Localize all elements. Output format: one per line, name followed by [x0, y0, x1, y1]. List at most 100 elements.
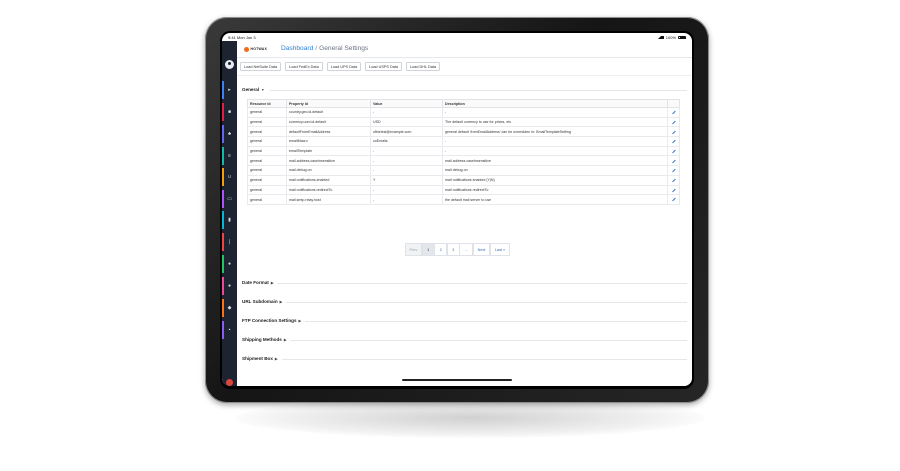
- table-row: general mail.notifications.enabled Ymail n…: [247, 174, 680, 186]
- load-netsuite-button[interactable]: Load NetSuite Data: [240, 62, 282, 71]
- edit-row-button[interactable]: [667, 145, 680, 157]
- breadcrumb-dashboard[interactable]: Dashboard: [281, 45, 313, 52]
- pagination-prev[interactable]: Prev: [404, 243, 423, 256]
- pagination-page-2[interactable]: 2: [434, 243, 448, 256]
- users-nav-icon[interactable]: ●: [222, 277, 237, 295]
- section-shipment-box-title: Shipment Box: [242, 356, 273, 361]
- customers-nav-icon[interactable]: ♣: [222, 125, 237, 143]
- app-header: HOTWAX Dashboard / General Settings: [222, 41, 692, 58]
- sidebar-accent-bar: [222, 190, 224, 208]
- shipping-nav-icon[interactable]: ∪: [222, 168, 237, 186]
- pagination-page-3[interactable]: 3: [446, 243, 460, 256]
- jobs-nav-icon[interactable]: ❘: [222, 233, 237, 251]
- brand-logo[interactable]: HOTWAX: [244, 45, 268, 53]
- cell-value: -: [370, 155, 443, 167]
- orders-nav-icon[interactable]: ▸: [222, 81, 237, 99]
- pagination-ellipsis[interactable]: …: [459, 243, 474, 256]
- edit-row-button[interactable]: [667, 116, 680, 128]
- load-usps-button[interactable]: Load USPS Data: [365, 62, 403, 71]
- edit-row-button[interactable]: [667, 165, 680, 176]
- table-row: general mail.address.caseInsensitive - mail…: [247, 155, 680, 167]
- battery-percent: 100%: [665, 35, 676, 40]
- pagination-last[interactable]: Last »: [489, 243, 511, 256]
- signal-icon: [657, 36, 664, 39]
- edit-row-button[interactable]: [667, 136, 680, 147]
- status-indicators: 100%: [657, 35, 686, 40]
- device-shadow: [235, 398, 705, 438]
- cell-resource-id: general: [247, 107, 287, 118]
- cell-property-id: mail.smtp.relay.host: [286, 194, 371, 205]
- pagination-page-1[interactable]: 1: [421, 243, 435, 256]
- cell-resource-id: general: [247, 194, 287, 205]
- reports-nav-icon[interactable]: ≡: [222, 147, 237, 165]
- edit-row-button[interactable]: [667, 184, 680, 196]
- caret-down-icon: ▼: [261, 88, 265, 92]
- edit-row-button[interactable]: [667, 107, 680, 118]
- section-shipment-box-toggle[interactable]: Shipment Box ▶: [242, 356, 278, 361]
- catalog-nav-icon[interactable]: ▭: [222, 190, 237, 208]
- sidebar-accent-bar: [222, 255, 224, 273]
- cell-value: Y: [370, 174, 443, 186]
- edit-row-button[interactable]: [667, 194, 680, 205]
- section-shipping-methods-title: Shipping Methods: [242, 337, 282, 342]
- cell-description: mail address caseInsensitive: [442, 155, 668, 167]
- cell-resource-id: general: [247, 145, 287, 157]
- inventory-nav-icon[interactable]: ■: [222, 103, 237, 121]
- cell-property-id: country.geo.id.default: [286, 107, 371, 118]
- section-url-subdomain-rule: [286, 302, 687, 303]
- table-row: general emailTemplate - -: [247, 145, 680, 157]
- section-url-subdomain-toggle[interactable]: URL Subdomain ▶: [242, 299, 282, 304]
- cell-description: -: [442, 107, 668, 118]
- cell-description: mail notifications enabled (Y|N): [442, 174, 668, 186]
- integrations-nav-icon[interactable]: ◆: [222, 299, 237, 317]
- cell-value: -: [370, 194, 443, 205]
- cell-property-id: emailTemplate: [286, 145, 371, 157]
- cell-value: ofbiztest@example.com: [370, 126, 443, 138]
- logo-text: HOTWAX: [250, 47, 268, 51]
- col-description: Description: [442, 99, 668, 108]
- section-general-toggle[interactable]: General ▼: [242, 87, 264, 92]
- caret-right-icon: ▶: [298, 319, 302, 323]
- settings-nav-icon[interactable]: ●: [222, 255, 237, 273]
- cell-property-id: mail.notifications.redirectTo: [286, 184, 371, 196]
- section-shipping-methods-toggle[interactable]: Shipping Methods ▶: [242, 337, 286, 342]
- pencil-icon: [671, 159, 676, 164]
- breadcrumb: Dashboard / General Settings: [281, 45, 368, 52]
- load-ups-button[interactable]: Load UPS Data: [326, 62, 362, 71]
- cell-description: -: [442, 145, 668, 157]
- pencil-icon: [671, 198, 676, 202]
- pagination: Prev 1 2 3 … Next Last »: [404, 243, 511, 256]
- cell-property-id: mail.debug.on: [286, 165, 371, 176]
- pencil-icon: [671, 110, 676, 115]
- caret-right-icon: ▶: [274, 357, 278, 361]
- section-ftp-connection-settings-toggle[interactable]: FTP Connection Settings ▶: [242, 318, 301, 323]
- load-dhl-button[interactable]: Load DHL Data: [406, 62, 441, 71]
- load-fedex-button[interactable]: Load FedEx Data: [285, 62, 323, 71]
- cell-description: general default 'fromEmailAddress' can b…: [442, 126, 668, 138]
- section-date-format-title: Date Format: [242, 280, 269, 285]
- cell-resource-id: general: [247, 174, 287, 186]
- cell-resource-id: general: [247, 155, 287, 167]
- edit-row-button[interactable]: [667, 126, 680, 138]
- edit-row-button[interactable]: [667, 174, 680, 186]
- storage-nav-icon[interactable]: ▮: [222, 211, 237, 229]
- pagination-next[interactable]: Next: [472, 243, 491, 256]
- sidebar-accent-bar: [222, 125, 224, 143]
- col-property-id: Property Id: [286, 99, 371, 108]
- cell-description: The default currency to use for prices, …: [442, 116, 668, 128]
- pencil-icon: [671, 149, 676, 154]
- cell-value: -: [370, 145, 443, 157]
- section-general-title: General: [242, 87, 260, 92]
- section-date-format-rule: [277, 283, 687, 284]
- edit-row-button[interactable]: [667, 155, 680, 167]
- cell-resource-id: general: [247, 126, 287, 138]
- sidebar-accent-bar: [222, 81, 224, 99]
- cell-resource-id: general: [247, 184, 287, 196]
- cell-description: -: [442, 136, 668, 147]
- section-date-format-toggle[interactable]: Date Format ▶: [242, 280, 273, 285]
- user-avatar[interactable]: [225, 60, 234, 69]
- sidebar-accent-bar: [222, 168, 224, 186]
- status-time: 9:41 Mon Jun 3: [228, 35, 256, 40]
- help-avatar[interactable]: [226, 379, 233, 386]
- logs-nav-icon[interactable]: ▪: [222, 321, 237, 339]
